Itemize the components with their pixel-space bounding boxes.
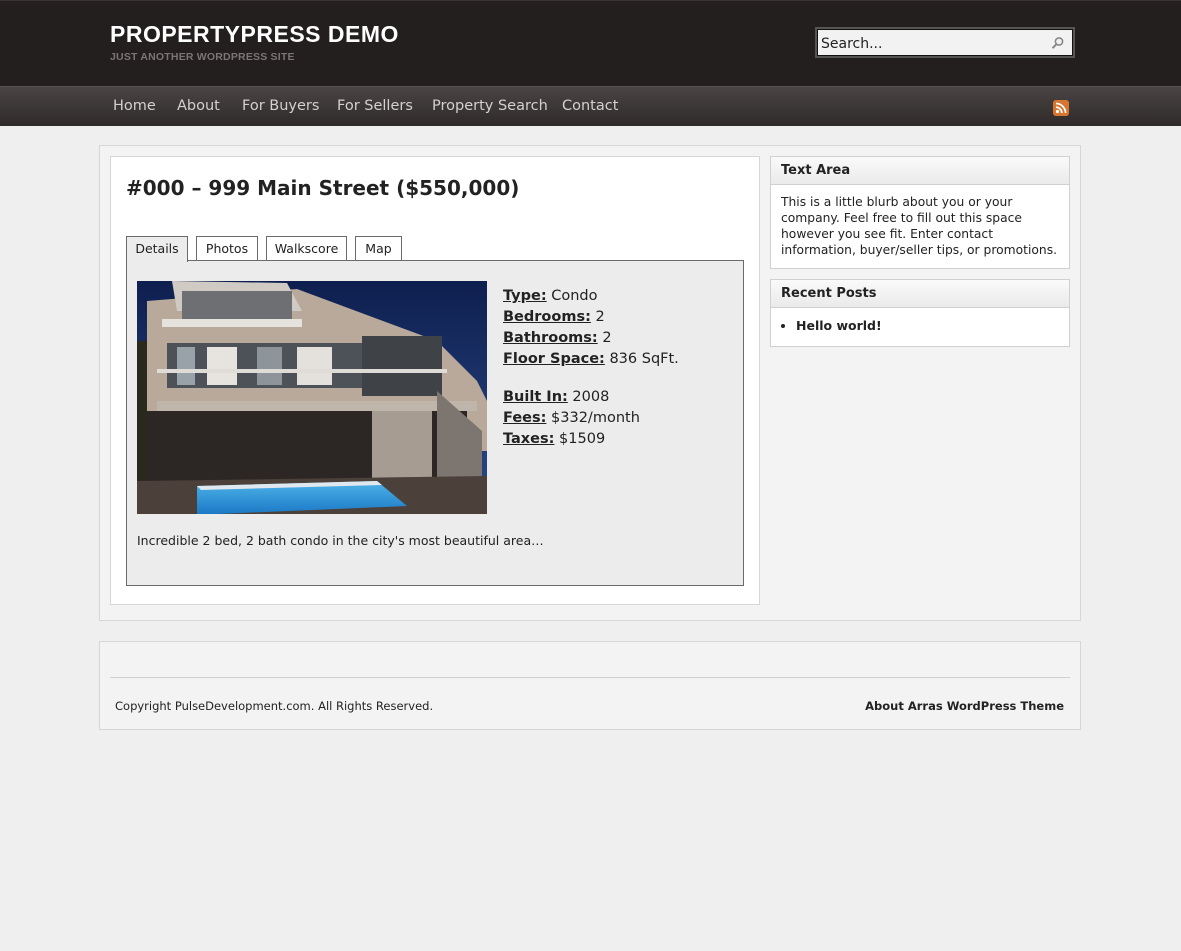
- detail-value: $1509: [559, 431, 606, 447]
- nav-property-search[interactable]: Property Search: [432, 98, 548, 114]
- detail-floor-space: Floor Space: 836 SqFt.: [503, 351, 679, 367]
- rss-icon[interactable]: [1053, 100, 1069, 116]
- tab-map[interactable]: Map: [355, 236, 402, 261]
- detail-label: Bedrooms:: [503, 309, 591, 325]
- tab-walkscore[interactable]: Walkscore: [266, 236, 347, 261]
- detail-value: 2008: [572, 389, 610, 405]
- nav-for-sellers[interactable]: For Sellers: [337, 98, 413, 114]
- property-photo[interactable]: [137, 281, 487, 514]
- site-description: JUST ANOTHER WORDPRESS SITE: [110, 51, 295, 63]
- detail-built-in: Built In: 2008: [503, 389, 609, 405]
- detail-value: $332/month: [551, 410, 640, 426]
- widget-title: Text Area: [771, 157, 1069, 185]
- detail-label: Bathrooms:: [503, 330, 598, 346]
- widget-text: This is a little blurb about you or your…: [781, 195, 1058, 257]
- detail-taxes: Taxes: $1509: [503, 431, 605, 447]
- site-header: PROPERTYPRESS DEMO JUST ANOTHER WORDPRES…: [0, 0, 1181, 87]
- footer-theme-link[interactable]: About Arras WordPress Theme: [865, 699, 1064, 713]
- detail-bedrooms: Bedrooms: 2: [503, 309, 605, 325]
- detail-label: Taxes:: [503, 431, 555, 447]
- widget-title: Recent Posts: [771, 280, 1069, 308]
- detail-bathrooms: Bathrooms: 2: [503, 330, 612, 346]
- nav-contact[interactable]: Contact: [562, 98, 618, 114]
- search-icon[interactable]: [1051, 36, 1065, 50]
- detail-label: Floor Space:: [503, 351, 605, 367]
- detail-value: 836 SqFt.: [609, 351, 679, 367]
- detail-fees: Fees: $332/month: [503, 410, 640, 426]
- text-area-widget: Text Area This is a little blurb about y…: [770, 156, 1070, 269]
- detail-label: Built In:: [503, 389, 568, 405]
- detail-value: 2: [595, 309, 605, 325]
- post-excerpt: Incredible 2 bed, 2 bath condo in the ci…: [137, 533, 544, 548]
- nav-for-buyers[interactable]: For Buyers: [242, 98, 319, 114]
- site-title[interactable]: PROPERTYPRESS DEMO: [110, 21, 399, 48]
- detail-value: 2: [602, 330, 612, 346]
- nav-about[interactable]: About: [177, 98, 220, 114]
- search-input[interactable]: [821, 33, 1046, 54]
- tab-details[interactable]: Details: [126, 236, 188, 262]
- recent-posts-widget: Recent Posts Hello world!: [770, 279, 1070, 347]
- detail-label: Type:: [503, 288, 547, 304]
- detail-type: Type: Condo: [503, 288, 598, 304]
- recent-posts-list: Hello world!: [781, 318, 1059, 334]
- post-title[interactable]: #000 – 999 Main Street ($550,000): [126, 176, 519, 200]
- footer-copyright: Copyright PulseDevelopment.com. All Righ…: [115, 699, 434, 713]
- recent-post-link[interactable]: Hello world!: [796, 318, 1059, 334]
- site-footer: [99, 641, 1081, 730]
- nav-home[interactable]: Home: [113, 98, 156, 114]
- footer-divider: [110, 677, 1070, 678]
- detail-value: Condo: [551, 288, 598, 304]
- tab-photos[interactable]: Photos: [196, 236, 258, 261]
- main-nav: Home About For Buyers For Sellers Proper…: [0, 86, 1181, 126]
- recent-posts-body: Hello world!: [771, 308, 1069, 334]
- search-box: [815, 27, 1075, 58]
- detail-label: Fees:: [503, 410, 547, 426]
